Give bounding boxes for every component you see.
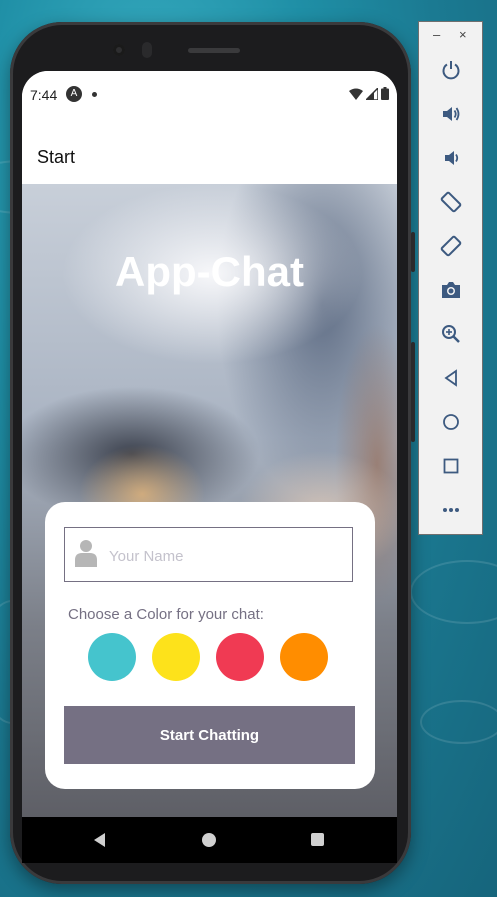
app-bar-title: Start [37,147,76,167]
start-chatting-button[interactable]: Start Chatting [64,706,355,764]
color-swatches [88,633,328,681]
notification-icon: A [66,86,82,102]
background-image: App-Chat Choose a Color for your chat: S… [22,184,397,817]
android-nav-bar [22,817,397,863]
rotate-left-icon[interactable] [439,190,463,214]
home-icon[interactable] [439,410,463,434]
rotate-right-icon[interactable] [439,234,463,258]
status-time: 7:44 [30,87,58,103]
notification-dot-icon [92,92,97,97]
volume-up-icon[interactable] [439,102,463,126]
color-swatch-yellow[interactable] [152,633,200,681]
name-field[interactable] [64,527,353,582]
power-icon[interactable] [439,58,463,82]
emulator-toolbar: – × [418,21,483,535]
name-input[interactable] [107,538,341,574]
home-icon[interactable] [202,833,216,847]
earpiece-speaker [188,48,240,53]
phone-side-button [411,232,415,272]
volume-down-icon[interactable] [439,146,463,170]
sensor-icon [142,42,152,58]
battery-icon [381,87,389,100]
front-camera-icon [113,44,125,56]
minimize-button[interactable]: – [433,28,440,42]
more-icon[interactable] [439,498,463,522]
signal-icon [366,87,378,100]
camera-icon[interactable] [439,278,463,302]
recents-icon[interactable] [311,833,324,846]
color-swatch-teal[interactable] [88,633,136,681]
zoom-icon[interactable] [439,322,463,346]
wifi-icon [349,88,363,100]
start-form-card: Choose a Color for your chat: Start Chat… [45,502,375,789]
status-bar: 7:44 A [22,71,397,119]
app-bar: Start [22,119,397,184]
color-swatch-red[interactable] [216,633,264,681]
user-icon [75,540,97,567]
phone-screen: 7:44 A Start App-Chat Choose a Color for… [22,71,397,817]
app-title: App-Chat [115,248,304,295]
status-icons [349,87,389,100]
color-choice-label: Choose a Color for your chat: [68,606,264,623]
close-button[interactable]: × [459,28,467,42]
phone-volume-button [411,342,415,442]
back-icon[interactable] [94,833,105,847]
back-icon[interactable] [439,366,463,390]
color-swatch-orange[interactable] [280,633,328,681]
overview-icon[interactable] [439,454,463,478]
